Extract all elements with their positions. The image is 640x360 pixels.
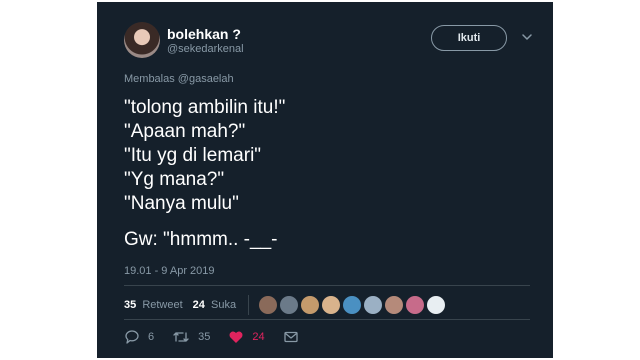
reply-count: 6 bbox=[148, 331, 155, 343]
liker-avatar-3[interactable] bbox=[301, 296, 320, 314]
reply-button[interactable]: 6 bbox=[124, 330, 154, 344]
engagement-stats: 35 Retweet 24 Suka bbox=[124, 293, 448, 317]
like-stat[interactable]: 24 Suka bbox=[193, 299, 236, 311]
like-count: 24 bbox=[252, 331, 265, 343]
tweet-line: "Apaan mah?" bbox=[124, 121, 246, 142]
reply-icon bbox=[125, 330, 139, 344]
liker-avatar-1[interactable] bbox=[259, 296, 278, 314]
liker-avatars bbox=[259, 296, 448, 314]
retweet-stat[interactable]: 35 Retweet bbox=[124, 299, 183, 311]
tweet-card: bolehkan ? @sekedarkenal Ikuti Membalas … bbox=[97, 2, 553, 358]
author-handle[interactable]: @sekedarkenal bbox=[167, 43, 244, 55]
retweet-icon bbox=[173, 332, 189, 342]
liker-avatar-6[interactable] bbox=[364, 296, 383, 314]
direct-message-button[interactable] bbox=[283, 330, 307, 344]
tweet-line: "Nanya mulu" bbox=[124, 193, 239, 214]
author-display-name[interactable]: bolehkan ? bbox=[167, 26, 241, 42]
liker-avatar-5[interactable] bbox=[343, 296, 362, 314]
liker-avatar-7[interactable] bbox=[385, 296, 404, 314]
retweet-button[interactable]: 35 bbox=[172, 330, 210, 344]
heart-icon bbox=[229, 331, 243, 343]
like-stat-label: Suka bbox=[210, 299, 237, 311]
tweet-line: "Yg mana?" bbox=[124, 169, 225, 190]
envelope-icon bbox=[283, 331, 298, 343]
author-avatar[interactable] bbox=[124, 22, 160, 58]
liker-avatar-2[interactable] bbox=[280, 296, 299, 314]
divider-bottom bbox=[124, 319, 530, 320]
follow-button[interactable]: Ikuti bbox=[431, 25, 507, 51]
chevron-down-icon[interactable] bbox=[521, 32, 533, 42]
retweet-count: 35 bbox=[198, 331, 211, 343]
liker-avatar-9[interactable] bbox=[427, 296, 446, 314]
retweet-stat-count: 35 bbox=[124, 299, 137, 311]
stats-separator bbox=[248, 295, 250, 315]
tweet-text: "tolong ambilin itu!" "Apaan mah?" "Itu … bbox=[124, 96, 534, 252]
like-stat-count: 24 bbox=[192, 299, 205, 311]
action-bar: 6 35 24 bbox=[124, 329, 325, 345]
retweet-stat-label: Retweet bbox=[142, 299, 183, 311]
liker-avatar-8[interactable] bbox=[406, 296, 425, 314]
like-button[interactable]: 24 bbox=[228, 330, 265, 344]
reply-to-label[interactable]: Membalas @gasaelah bbox=[124, 73, 234, 85]
divider-top bbox=[124, 285, 530, 286]
tweet-line: Gw: "hmmm.. -__- bbox=[124, 229, 278, 250]
tweet-line: "Itu yg di lemari" bbox=[124, 145, 262, 166]
liker-avatar-4[interactable] bbox=[322, 296, 341, 314]
tweet-line: "tolong ambilin itu!" bbox=[124, 97, 286, 118]
tweet-timestamp[interactable]: 19.01 - 9 Apr 2019 bbox=[124, 265, 215, 277]
